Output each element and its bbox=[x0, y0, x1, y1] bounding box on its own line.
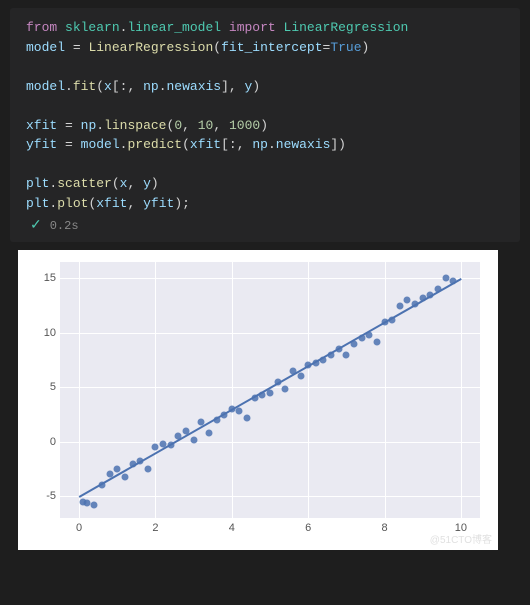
scatter-point bbox=[396, 302, 403, 309]
scatter-point bbox=[83, 499, 90, 506]
y-tick-label: 10 bbox=[26, 327, 56, 339]
x-tick-label: 2 bbox=[152, 522, 158, 534]
scatter-point bbox=[297, 373, 304, 380]
y-tick-label: 15 bbox=[26, 272, 56, 284]
y-tick-label: 0 bbox=[26, 436, 56, 448]
scatter-point bbox=[404, 297, 411, 304]
scatter-point bbox=[343, 351, 350, 358]
scatter-point bbox=[91, 501, 98, 508]
x-tick-label: 8 bbox=[381, 522, 387, 534]
watermark: @51CTO博客 bbox=[430, 531, 492, 546]
execution-time: 0.2s bbox=[50, 219, 79, 233]
scatter-point bbox=[373, 338, 380, 345]
scatter-point bbox=[121, 473, 128, 480]
y-tick-label: 5 bbox=[26, 381, 56, 393]
scatter-point bbox=[267, 389, 274, 396]
code-editor[interactable]: from sklearn.linear_model import LinearR… bbox=[26, 18, 504, 213]
x-tick-label: 4 bbox=[229, 522, 235, 534]
scatter-point bbox=[244, 414, 251, 421]
scatter-point bbox=[442, 275, 449, 282]
scatter-point bbox=[190, 436, 197, 443]
x-tick-label: 6 bbox=[305, 522, 311, 534]
scatter-point bbox=[282, 386, 289, 393]
y-tick-label: -5 bbox=[26, 490, 56, 502]
execution-status: ✓ 0.2s bbox=[30, 217, 504, 234]
code-cell[interactable]: from sklearn.linear_model import LinearR… bbox=[10, 8, 520, 242]
scatter-point bbox=[236, 408, 243, 415]
scatter-point bbox=[205, 430, 212, 437]
check-icon: ✓ bbox=[30, 217, 42, 234]
plot-axes bbox=[60, 262, 480, 518]
x-tick-label: 0 bbox=[76, 522, 82, 534]
plot-output: 0246810-5051015 @51CTO博客 bbox=[18, 250, 498, 550]
scatter-point bbox=[144, 465, 151, 472]
